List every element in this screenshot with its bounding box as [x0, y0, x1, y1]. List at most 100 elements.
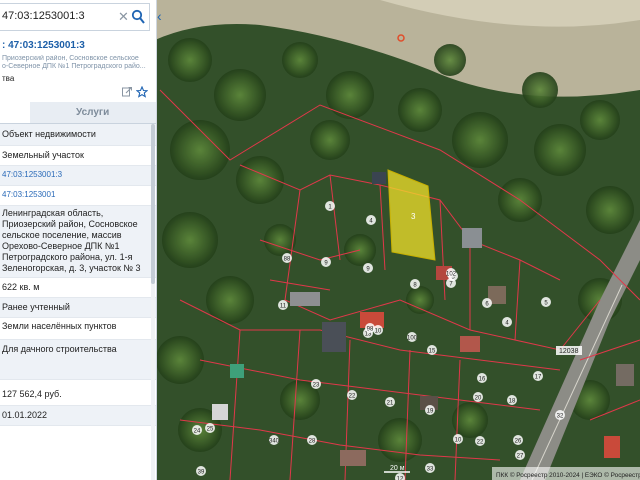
- parcel-label: 27: [515, 450, 525, 460]
- parcel-label-text: 27: [517, 454, 524, 460]
- parcel-label-text: 22: [477, 440, 484, 446]
- parcel-label: 98: [365, 323, 375, 333]
- row-cad-value-value: 127 562,4 руб.: [2, 389, 62, 399]
- row-date-value: 01.01.2022: [2, 410, 48, 420]
- parcel-label: 6: [482, 298, 492, 308]
- row-status-value: Ранее учтенный: [2, 302, 70, 312]
- parcel-label: 22: [475, 436, 485, 446]
- attribution-text: ПКК © Росреестр 2010-2024 | ЕЭКО © Росре…: [496, 471, 640, 479]
- row-date: 01.01.2022: [0, 406, 156, 426]
- parcel-label: 4: [502, 317, 512, 327]
- parcel-label-text: 21: [387, 401, 394, 407]
- parcel-label-text: 340: [269, 439, 280, 445]
- parcel-label-text: 11: [280, 304, 287, 310]
- row-area-value: 622 кв. м: [2, 282, 40, 292]
- row-kind: Земельный участок: [0, 146, 156, 166]
- row-address: Ленинградская область, Приозерский район…: [0, 206, 156, 278]
- search-input[interactable]: 47:03:1253001:3: [2, 10, 85, 22]
- address-line-1: Приозерский район, Сосновское сельское: [2, 55, 139, 62]
- parcel-label-text: 23: [313, 383, 320, 389]
- row-cad-quarter-value[interactable]: 47:03:1253001: [2, 190, 55, 199]
- parcel-label: 1: [325, 201, 335, 211]
- row-cad-number-value[interactable]: 47:03:1253001:3: [2, 170, 62, 179]
- parcel-label: 17: [533, 371, 543, 381]
- row-empty: [0, 426, 156, 480]
- row-area: 622 кв. м: [0, 278, 156, 298]
- parcel-label-text: 39: [198, 470, 205, 476]
- tab-bar: Услуги: [0, 102, 156, 124]
- parcel-label: 10: [453, 434, 463, 444]
- parcel-label-text: 15: [429, 349, 436, 355]
- parcel-label: 11: [278, 300, 288, 310]
- parcel-label: 39: [196, 466, 206, 476]
- object-address: Приозерский район, Сосновское сельское о…: [2, 55, 154, 71]
- object-title-number: 47:03:1253001:3: [8, 40, 85, 51]
- search-bar[interactable]: 47:03:1253001:3 ✕: [0, 3, 150, 31]
- object-title: : 47:03:1253001:3: [2, 40, 85, 51]
- row-type-value: Объект недвижимости: [2, 129, 96, 139]
- parcel-label-text: 25: [207, 427, 214, 433]
- parcel-label-text: 18: [509, 399, 516, 405]
- attribution: ПКК © Росреестр 2010-2024 | ЕЭКО © Росре…: [492, 467, 640, 480]
- parcel-label: 19: [425, 405, 435, 415]
- row-use: Для дачного строительства: [0, 340, 156, 380]
- parcel-label: 18: [507, 395, 517, 405]
- address-line: сельское поселение, массив: [2, 230, 122, 240]
- parcel-label-text: 10: [375, 329, 382, 335]
- collapse-icon[interactable]: ‹: [157, 8, 167, 28]
- object-subtitle: тва: [2, 74, 15, 83]
- parcel-label-text: 10: [455, 438, 462, 444]
- row-cad-number: 47:03:1253001:3: [0, 166, 156, 186]
- parcel-label-text: 24: [194, 429, 201, 435]
- parcel-label-text: 12: [397, 477, 404, 480]
- tab-info[interactable]: [0, 102, 30, 123]
- row-category-value: Земли населённых пунктов: [2, 321, 117, 331]
- search-icon[interactable]: [131, 9, 145, 25]
- parcel-label: 22: [347, 390, 357, 400]
- scrollbar-thumb[interactable]: [151, 124, 155, 284]
- parcel-label-text: 28: [309, 439, 316, 445]
- row-kind-value: Земельный участок: [2, 150, 84, 160]
- parcel-label-text: 26: [515, 439, 522, 445]
- row-status: Ранее учтенный: [0, 298, 156, 318]
- parcel-label: 8: [410, 279, 420, 289]
- close-icon[interactable]: ✕: [118, 9, 129, 25]
- parcel-label-text: 16: [479, 377, 486, 383]
- parcel-label-text: 102: [446, 272, 457, 278]
- address-line: Приозерский район, Сосновское: [2, 219, 138, 229]
- share-icon[interactable]: [121, 86, 133, 98]
- parcel-label: 15: [427, 345, 437, 355]
- parcel-label-text: 98: [367, 327, 374, 333]
- star-icon[interactable]: [136, 86, 148, 98]
- row-cad-value: 127 562,4 руб.: [0, 380, 156, 406]
- parcel-label: 26: [513, 435, 523, 445]
- panel-scrollbar[interactable]: [151, 124, 155, 480]
- parcel-label: 33: [425, 463, 435, 473]
- info-panel: 47:03:1253001:3 ✕ : 47:03:1253001:3 Прио…: [0, 0, 157, 480]
- tab-services[interactable]: Услуги: [76, 107, 109, 118]
- parcel-label: 32: [555, 410, 565, 420]
- parcel-label: 88: [282, 253, 292, 263]
- parcel-label-text: 33: [427, 467, 434, 473]
- selected-parcel-label: 3: [411, 212, 416, 221]
- parcel-label: 4: [366, 215, 376, 225]
- parcel-label: 16: [477, 373, 487, 383]
- road-label-text: 12038: [559, 348, 579, 355]
- parcel-label: 21: [385, 397, 395, 407]
- parcel-label-text: 19: [427, 409, 434, 415]
- parcel-label: 9: [321, 257, 331, 267]
- address-line: Зеленогорская, д. 3, участок № 3: [2, 263, 141, 273]
- parcel-label: 20: [473, 392, 483, 402]
- scale-label: 20 м: [390, 465, 405, 472]
- row-address-value: Ленинградская область, Приозерский район…: [2, 208, 152, 274]
- row-use-value: Для дачного строительства: [2, 344, 117, 354]
- address-line: Петроградского района, ул. 1-я: [2, 252, 133, 262]
- parcel-label-text: 32: [557, 414, 564, 420]
- row-cad-quarter: 47:03:1253001: [0, 186, 156, 206]
- parcel-label-text: 88: [284, 257, 291, 263]
- parcel-label: 25: [205, 423, 215, 433]
- parcel-label: 28: [307, 435, 317, 445]
- address-line: Орехово-Северное ДПК №1: [2, 241, 120, 251]
- parcel-label: 23: [311, 379, 321, 389]
- parcel-label-text: 20: [475, 396, 482, 402]
